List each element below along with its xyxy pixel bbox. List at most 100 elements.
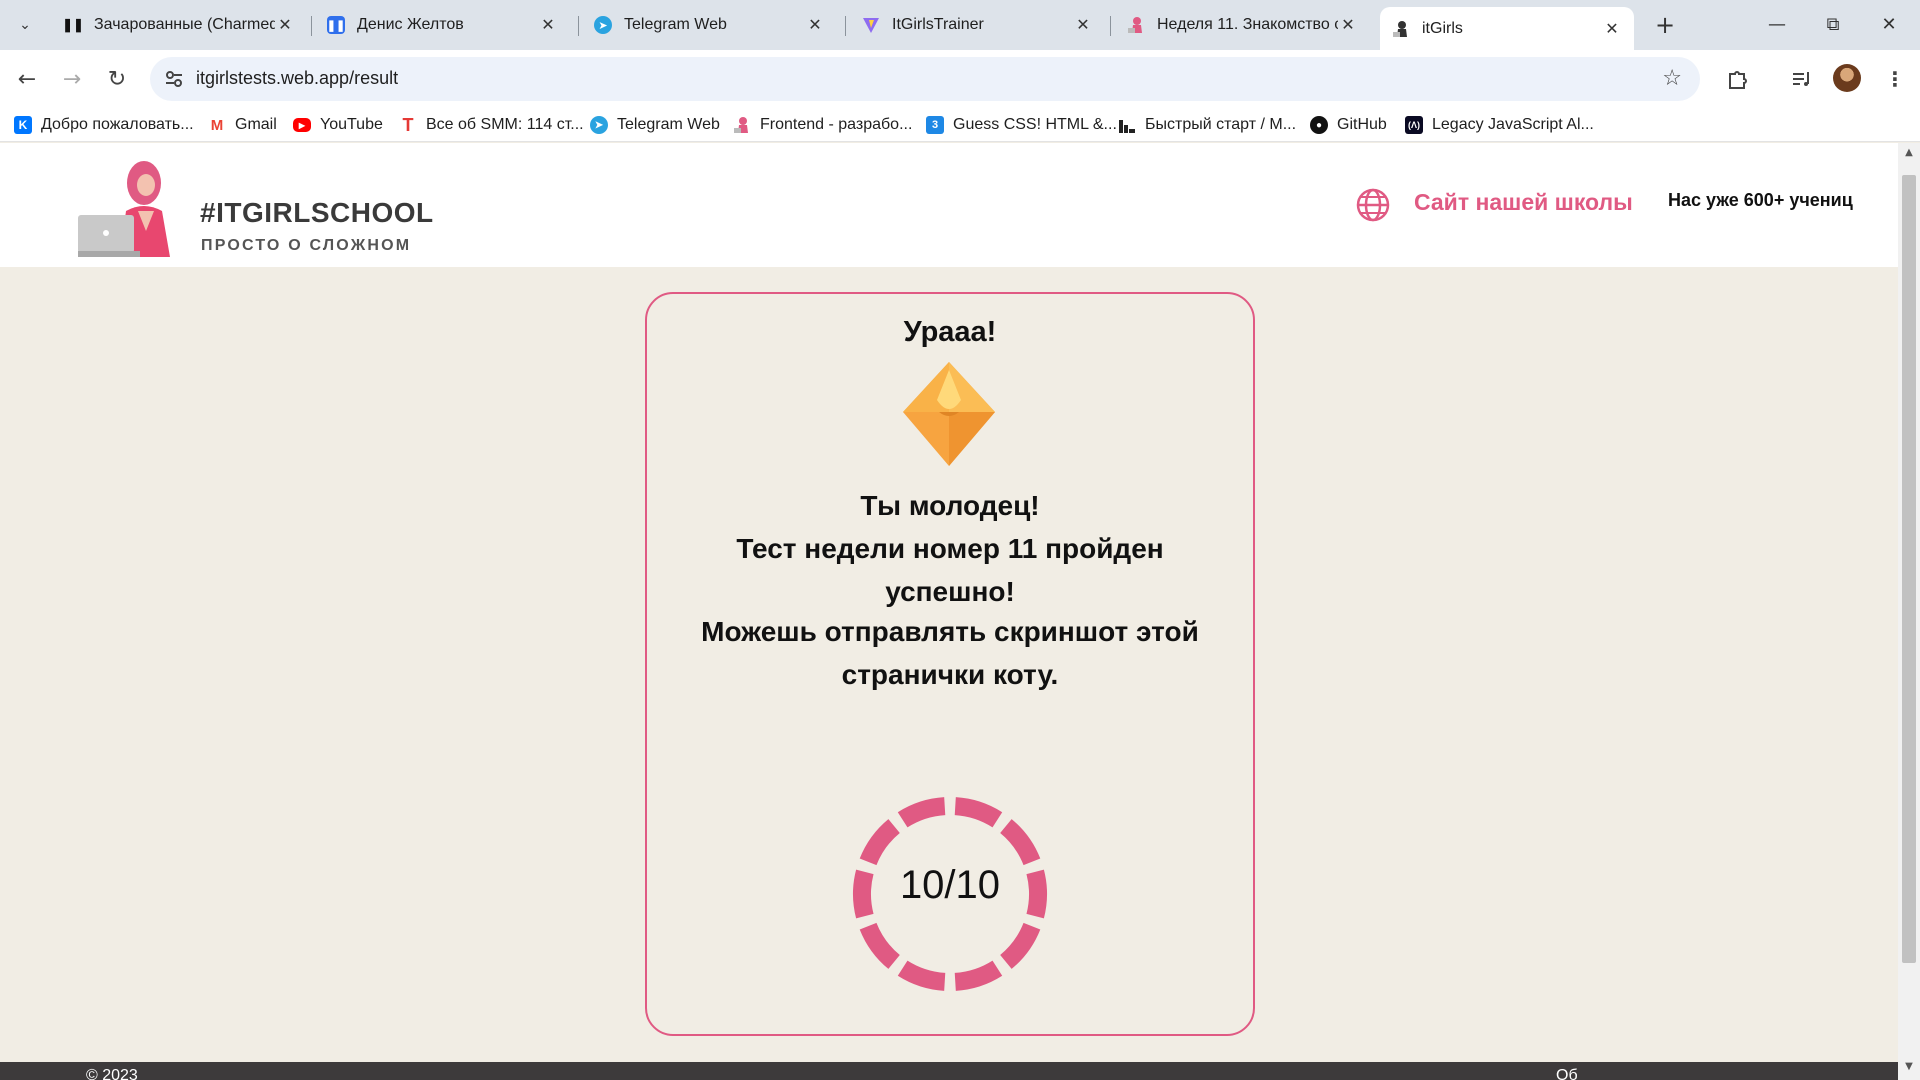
puzzle-icon: [1729, 71, 1747, 89]
bookmark-star-icon[interactable]: ☆: [1662, 66, 1682, 91]
school-site-link[interactable]: Сайт нашей школы: [1414, 189, 1633, 216]
bookmark-quickstart[interactable]: Быстрый старт / М...: [1118, 114, 1296, 136]
bookmark-label: Guess CSS! HTML &...: [953, 116, 1117, 133]
close-icon[interactable]: ✕: [1602, 19, 1622, 39]
page-viewport: #ITGIRLSCHOOL ПРОСТО О СЛОЖНОМ Сайт наше…: [0, 143, 1898, 1080]
scroll-up-icon[interactable]: ▲: [1902, 147, 1916, 161]
app-icon: ❚❚: [327, 16, 345, 34]
tab-itgirls[interactable]: itGirls ✕: [1380, 7, 1634, 50]
site-footer: © 2023 Об: [0, 1062, 1898, 1080]
itgirls-icon: [1392, 20, 1410, 38]
reload-icon: ↻: [107, 66, 127, 92]
more-vert-icon: ⋮: [1885, 67, 1905, 91]
browser-toolbar: ← → ↻ itgirlstests.web.app/result ☆ ⋮: [0, 50, 1920, 108]
tab-denis[interactable]: ❚❚ Денис Желтов ✕: [315, 7, 570, 43]
tab-title: Зачарованные (Charmed(: [94, 16, 275, 33]
vk-icon: K: [14, 116, 32, 134]
site-header: #ITGIRLSCHOOL ПРОСТО О СЛОЖНОМ Сайт наше…: [0, 143, 1898, 267]
vite-icon: [862, 16, 880, 34]
site-info-icon[interactable]: [164, 69, 184, 89]
pause-icon: ❚❚: [62, 17, 84, 32]
minimize-button[interactable]: —: [1754, 6, 1800, 42]
close-window-button[interactable]: ✕: [1866, 6, 1912, 42]
back-button[interactable]: ←: [10, 62, 44, 96]
logo-title[interactable]: #ITGIRLSCHOOL: [200, 197, 434, 229]
restore-button[interactable]: ⧉: [1810, 6, 1856, 42]
github-icon: ●: [1310, 116, 1328, 134]
score-text: 10/10: [899, 863, 1001, 907]
praise-text: Ты молодец!: [860, 490, 1040, 521]
bookmark-label: Frontend - разрабо...: [760, 116, 913, 133]
bookmark-legacy-js[interactable]: (Λ) Legacy JavaScript Al...: [1405, 114, 1594, 136]
itgirls-icon: [1127, 16, 1145, 34]
bookmark-label: Добро пожаловать...: [41, 116, 194, 133]
score-segment: [999, 819, 1041, 866]
itgirlschool-logo-icon[interactable]: [78, 153, 190, 257]
globe-icon[interactable]: [1355, 187, 1391, 223]
forward-button[interactable]: →: [55, 62, 89, 96]
restore-icon: ⧉: [1826, 13, 1840, 35]
score-segment: [859, 819, 901, 866]
chevron-down-icon: ⌄: [19, 17, 31, 33]
bookmark-label: Legacy JavaScript Al...: [1432, 116, 1594, 133]
screenshot-hint: Можешь отправлять скриншот этой страничк…: [701, 616, 1199, 690]
bookmark-github[interactable]: ● GitHub: [1310, 114, 1387, 136]
profile-avatar[interactable]: [1833, 64, 1861, 92]
bookmark-youtube[interactable]: ▶ YouTube: [293, 114, 383, 136]
tab-strip: ⌄ ❚❚ Зачарованные (Charmed( ✕ ❚❚ Денис Ж…: [0, 0, 1920, 50]
result-title: Урааа!: [903, 316, 997, 348]
url-text[interactable]: itgirlstests.web.app/result: [196, 68, 398, 89]
bookmark-label: YouTube: [320, 116, 383, 133]
arrow-right-icon: →: [62, 66, 82, 92]
tab-divider: [311, 16, 312, 36]
bookmark-vk[interactable]: K Добро пожаловать...: [14, 114, 194, 136]
tab-divider: [1110, 16, 1111, 36]
tab-telegram[interactable]: ➤ Telegram Web ✕: [582, 7, 837, 43]
tab-search-button[interactable]: ⌄: [10, 10, 40, 40]
close-icon: ✕: [1881, 13, 1897, 35]
tab-itgirlstrainer[interactable]: ItGirlsTrainer ✕: [850, 7, 1105, 43]
reload-button[interactable]: ↻: [100, 62, 134, 96]
bookmark-smm[interactable]: T Все об SMM: 114 ст...: [399, 114, 584, 136]
close-icon[interactable]: ✕: [275, 15, 295, 35]
result-card: Урааа! Ты молодец! Тест недели номер 11 …: [645, 292, 1255, 1036]
close-icon[interactable]: ✕: [1073, 15, 1093, 35]
bookmark-frontend[interactable]: Frontend - разрабо...: [733, 114, 912, 136]
score-segment: [859, 922, 901, 969]
tab-title: itGirls: [1422, 19, 1463, 37]
new-tab-button[interactable]: +: [1650, 10, 1680, 40]
tab-title: Telegram Web: [624, 16, 727, 33]
students-count: Нас уже 600+ учениц: [1668, 190, 1853, 210]
chart-icon: [1118, 116, 1136, 134]
close-icon[interactable]: ✕: [538, 15, 558, 35]
tab-title: ItGirlsTrainer: [892, 16, 984, 33]
menu-button[interactable]: ⋮: [1880, 64, 1910, 94]
logo-subtitle: ПРОСТО О СЛОЖНОМ: [201, 237, 412, 254]
score-segment: [954, 797, 1003, 828]
telegram-icon: ➤: [594, 16, 612, 34]
score-segment: [897, 797, 946, 828]
arrow-left-icon: ←: [17, 66, 37, 92]
bookmark-label: Gmail: [235, 116, 277, 133]
itgirls-icon: [733, 116, 751, 134]
minimize-icon: —: [1768, 13, 1786, 35]
plus-icon: +: [1654, 11, 1676, 39]
bookmark-gmail[interactable]: M Gmail: [208, 114, 277, 136]
address-bar[interactable]: itgirlstests.web.app/result ☆: [150, 57, 1700, 101]
tab-week-11[interactable]: Неделя 11. Знакомство с ✕: [1115, 7, 1370, 43]
scrollbar-thumb[interactable]: [1902, 175, 1916, 963]
fcc-icon: (Λ): [1405, 116, 1423, 134]
close-icon[interactable]: ✕: [805, 15, 825, 35]
bookmark-telegram[interactable]: ➤ Telegram Web: [590, 114, 720, 136]
close-icon[interactable]: ✕: [1338, 15, 1358, 35]
crystal-icon: [903, 362, 995, 466]
media-controls-button[interactable]: [1786, 64, 1816, 94]
extensions-button[interactable]: [1722, 64, 1752, 94]
scroll-down-icon[interactable]: ▼: [1902, 1061, 1916, 1075]
footer-about-link[interactable]: Об: [1556, 1067, 1578, 1080]
bookmark-label: Telegram Web: [617, 116, 720, 133]
bookmark-label: GitHub: [1337, 116, 1387, 133]
tab-charmed[interactable]: ❚❚ Зачарованные (Charmed( ✕: [52, 7, 307, 43]
page-scrollbar[interactable]: ▲ ▼: [1898, 143, 1920, 1080]
bookmark-guess-css[interactable]: 3 Guess CSS! HTML &...: [926, 114, 1117, 136]
